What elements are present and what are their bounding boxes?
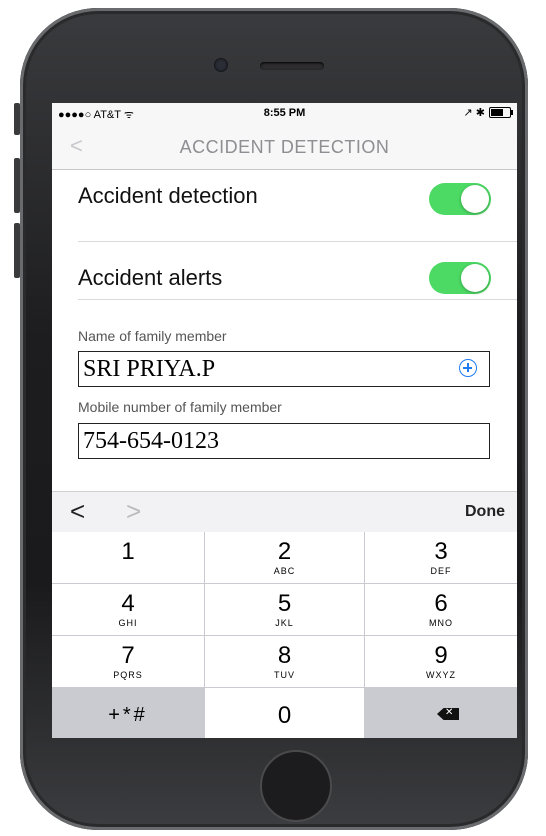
key-1[interactable]: 1	[52, 532, 204, 583]
key-letters: PQRS	[113, 670, 143, 680]
family-member-name-input[interactable]: SRI PRIYA.P	[78, 351, 490, 387]
add-contact-icon[interactable]	[459, 359, 477, 377]
key-2[interactable]: 2 ABC	[205, 532, 364, 583]
key-5[interactable]: 5 JKL	[205, 584, 364, 635]
earpiece-speaker	[260, 62, 324, 70]
status-bar: ●●●●○ AT&T ᯤ 8:55 PM ↗ ✱	[52, 103, 517, 125]
key-digit: 4	[121, 590, 135, 617]
key-digit: 6	[434, 590, 448, 617]
keyboard-accessory-bar: < > Done	[52, 491, 517, 532]
delete-key[interactable]	[365, 688, 517, 738]
key-digit: 5	[277, 590, 292, 617]
key-letters: WXYZ	[426, 670, 456, 680]
accident-detection-toggle[interactable]	[429, 183, 491, 215]
numeric-keypad: 1 2 ABC 3 DEF 4 GHI 5 JKL 6 MNO 7 PQRS 8	[52, 532, 517, 738]
key-letters: JKL	[275, 618, 294, 628]
screen: ●●●●○ AT&T ᯤ 8:55 PM ↗ ✱ < ACCIDENT DETE…	[52, 103, 517, 738]
key-digit: 2	[277, 538, 292, 565]
mobile-field-label: Mobile number of family member	[78, 399, 282, 415]
key-6[interactable]: 6 MNO	[365, 584, 517, 635]
battery-icon	[489, 107, 513, 118]
key-3[interactable]: 3 DEF	[365, 532, 517, 583]
key-4[interactable]: 4 GHI	[52, 584, 204, 635]
key-symbols[interactable]: +*#	[52, 688, 204, 738]
key-letters: GHI	[118, 618, 138, 628]
navigation-bar: < ACCIDENT DETECTION	[52, 125, 517, 170]
key-0[interactable]: 0	[205, 688, 364, 738]
key-digit: 8	[277, 642, 292, 669]
toggle-knob	[461, 185, 489, 213]
key-digit: 1	[121, 538, 135, 565]
home-button[interactable]	[260, 750, 332, 822]
toggle-knob	[461, 264, 489, 292]
done-button[interactable]: Done	[465, 503, 505, 521]
mobile-value: 754-654-0123	[83, 428, 219, 454]
setting-label: Accident alerts	[78, 265, 223, 290]
setting-label: Accident detection	[78, 183, 258, 208]
front-camera	[214, 58, 228, 72]
key-digit: 9	[434, 642, 448, 669]
key-digit: 3	[434, 538, 448, 565]
setting-row-accident-alerts: Accident alerts	[78, 241, 517, 300]
key-letters: DEF	[430, 566, 452, 576]
location-bluetooth-icons: ↗ ✱	[463, 107, 486, 119]
silent-switch	[14, 103, 20, 135]
key-digit: +*#	[108, 704, 148, 726]
key-9[interactable]: 9 WXYZ	[365, 636, 517, 687]
key-8[interactable]: 8 TUV	[205, 636, 364, 687]
delete-icon	[437, 708, 459, 720]
family-member-mobile-input[interactable]: 754-654-0123	[78, 423, 490, 459]
volume-up-button	[14, 158, 20, 213]
key-digit: 0	[277, 702, 292, 729]
name-value: SRI PRIYA.P	[83, 356, 216, 382]
setting-row-accident-detection: Accident detection	[78, 171, 517, 242]
key-letters: TUV	[274, 670, 295, 680]
key-digit: 7	[121, 642, 135, 669]
key-letters: MNO	[429, 618, 453, 628]
accident-alerts-toggle[interactable]	[429, 262, 491, 294]
volume-down-button	[14, 223, 20, 278]
next-field-icon[interactable]: >	[126, 496, 141, 527]
status-right: ↗ ✱	[463, 106, 513, 119]
page-title: ACCIDENT DETECTION	[179, 137, 390, 157]
status-time: 8:55 PM	[263, 107, 306, 119]
name-field-label: Name of family member	[78, 328, 227, 344]
previous-field-icon[interactable]: <	[70, 496, 85, 527]
key-7[interactable]: 7 PQRS	[52, 636, 204, 687]
key-letters: ABC	[273, 566, 296, 576]
